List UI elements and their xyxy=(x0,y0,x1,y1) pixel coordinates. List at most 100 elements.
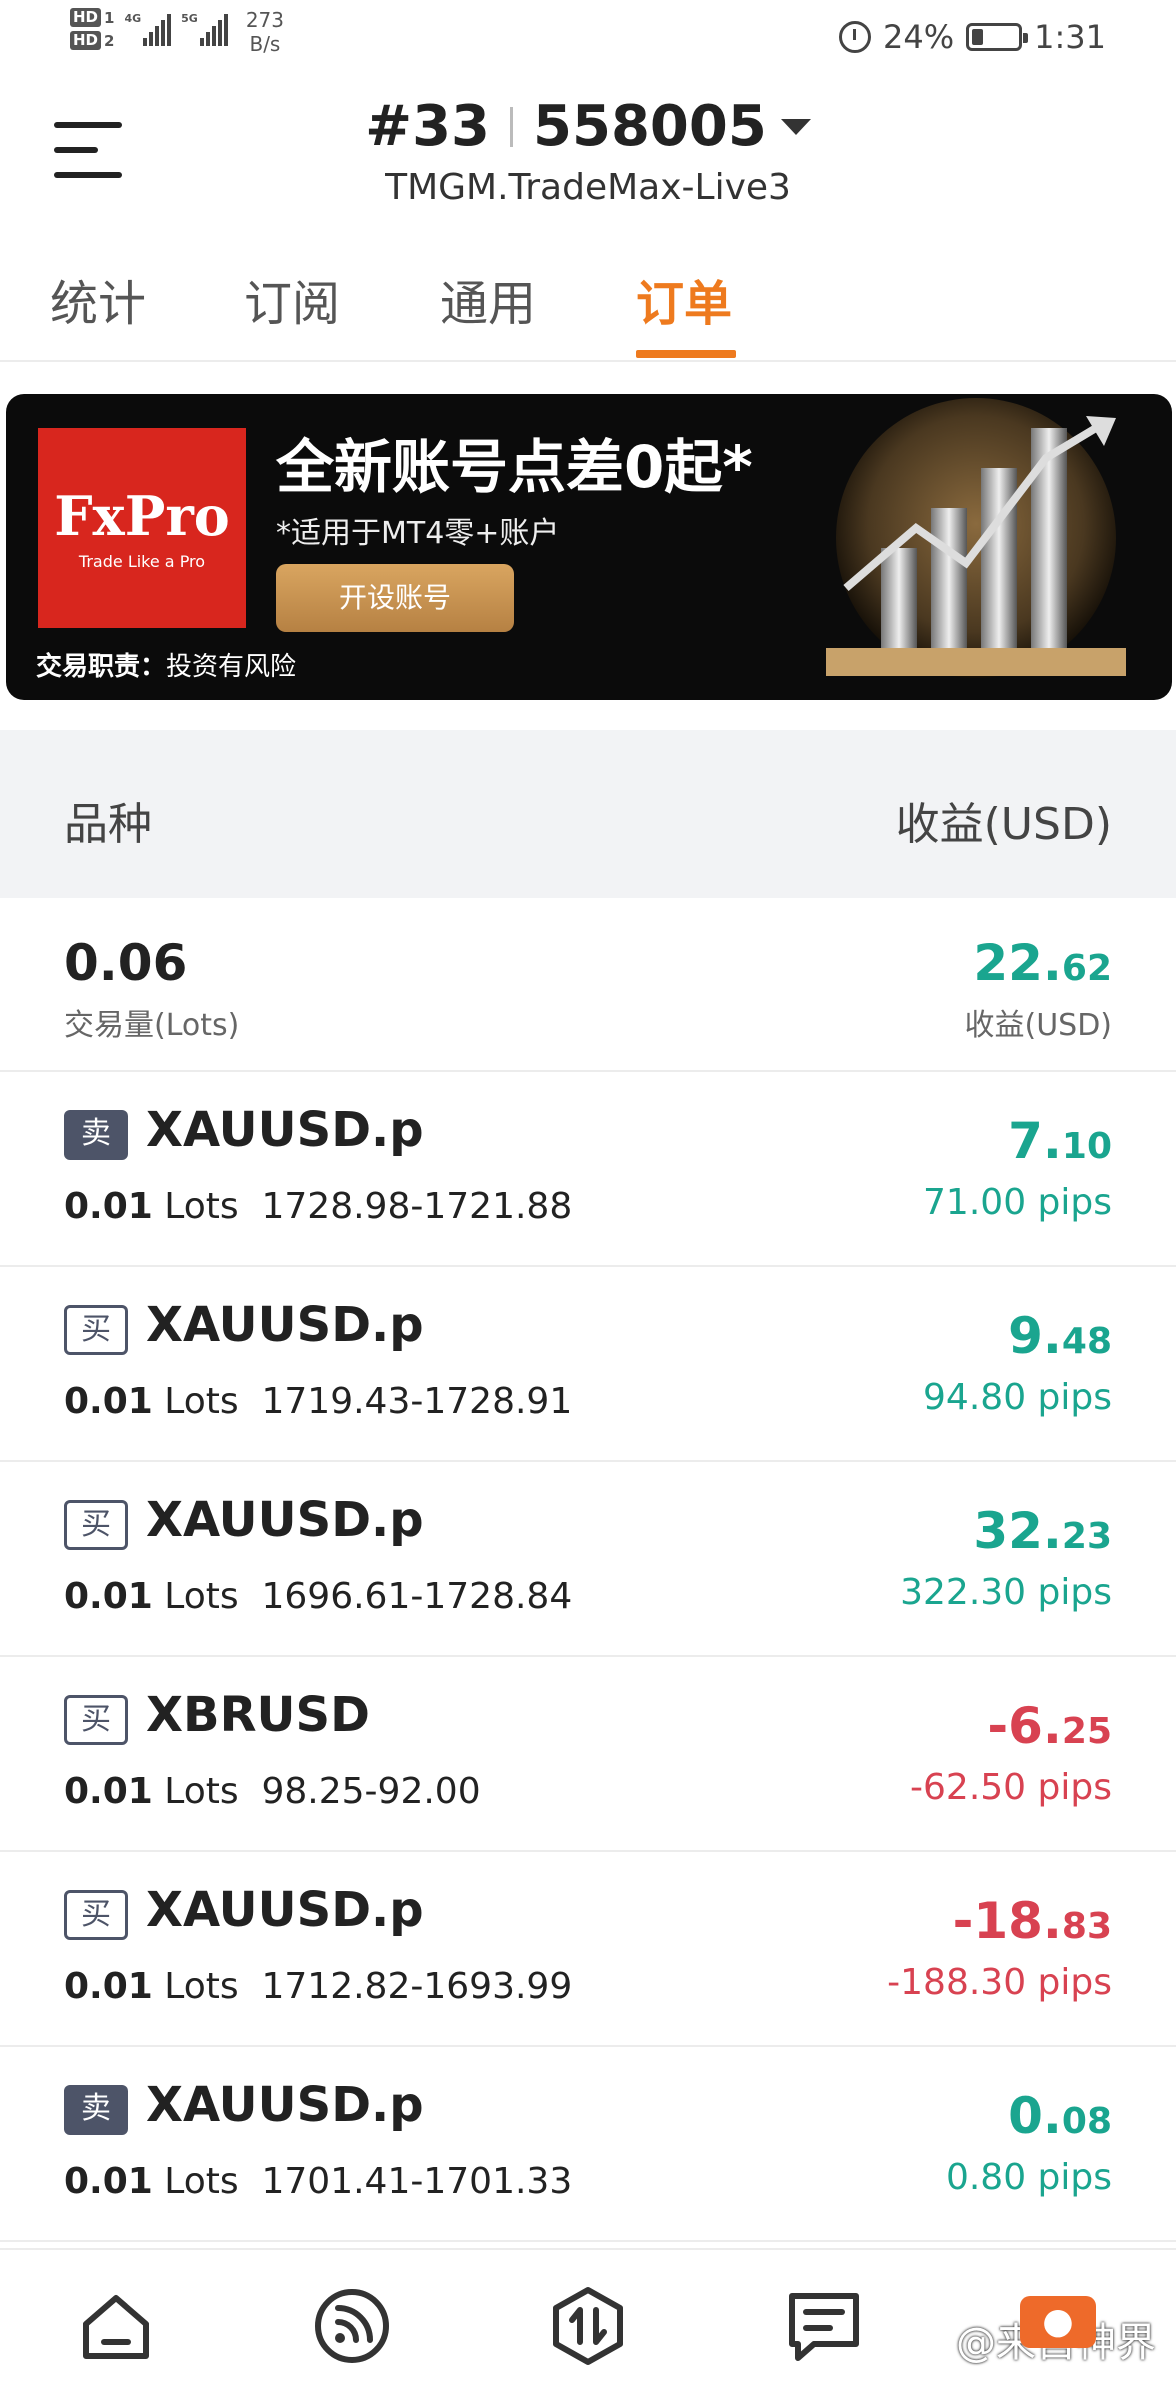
order-lots-unit: Lots xyxy=(164,1381,239,1422)
signal-feed-icon[interactable] xyxy=(312,2286,392,2366)
speed-value: 273 xyxy=(245,8,285,32)
order-prices: 1719.43-1728.91 xyxy=(261,1381,573,1422)
order-profit-dec: 23 xyxy=(1061,1516,1112,1557)
order-symbol: XAUUSD.p xyxy=(146,1102,424,1158)
order-lots-unit: Lots xyxy=(164,1771,239,1812)
order-detail: 0.01 Lots 1701.41-1701.33 xyxy=(64,2161,572,2202)
profile-tab-icon[interactable]: ● xyxy=(1020,2296,1096,2348)
order-profit-dec: 83 xyxy=(1061,1906,1112,1947)
promo-banner[interactable]: FxPro Trade Like a Pro 全新账号点差0起* *适用于MT4… xyxy=(6,394,1172,700)
total-profit-dec: 62 xyxy=(1061,948,1112,989)
table-row[interactable]: 卖 XAUUSD.p 0.01 Lots 1701.41-1701.33 0.0… xyxy=(0,2047,1176,2242)
table-row[interactable]: 卖 XAUUSD.p 0.01 Lots 1728.98-1721.88 7.1… xyxy=(0,1072,1176,1267)
status-left: HD 1 HD 2 4G 5G 273 B/s xyxy=(70,8,284,56)
order-detail: 0.01 Lots 1719.43-1728.91 xyxy=(64,1381,572,1422)
order-lots-unit: Lots xyxy=(164,1966,239,2007)
tab-subscribe[interactable]: 订阅 xyxy=(244,264,340,334)
active-tab-indicator xyxy=(636,350,736,358)
order-pips: -188.30 pips xyxy=(887,1962,1112,2003)
bottom-nav: @来自神界 xyxy=(0,2248,1176,2400)
sim2-number: 2 xyxy=(104,31,115,50)
order-side-badge: 卖 xyxy=(64,2085,128,2135)
order-detail: 0.01 Lots 1696.61-1728.84 xyxy=(64,1576,572,1617)
home-icon[interactable] xyxy=(76,2286,156,2366)
fxpro-logo: FxPro Trade Like a Pro xyxy=(38,428,246,628)
network-speed: 273 B/s xyxy=(246,8,284,56)
network-4g-label: 4G xyxy=(124,12,142,25)
order-pips: 0.80 pips xyxy=(945,2157,1112,2198)
order-symbol: XAUUSD.p xyxy=(146,1297,424,1353)
table-row[interactable]: 买 XAUUSD.p 0.01 Lots 1712.82-1693.99 -18… xyxy=(0,1852,1176,2047)
order-side-badge: 买 xyxy=(64,1890,128,1940)
order-lots: 0.01 xyxy=(64,1966,153,2007)
order-profit-int: -6. xyxy=(987,1697,1062,1755)
order-profit-int: 0. xyxy=(1008,2087,1062,2145)
sim2-hd: HD xyxy=(70,31,102,50)
risk-disclaimer: 交易职责：投资有风险 xyxy=(36,646,296,683)
order-profit-dec: 08 xyxy=(1061,2101,1112,2142)
orders-summary: 0.06 交易量(Lots) 22.62 收益(USD) xyxy=(0,898,1176,1072)
alarm-icon xyxy=(839,21,872,53)
table-header: 品种 收益(USD) xyxy=(0,730,1176,898)
risk-text: 投资有风险 xyxy=(166,652,297,682)
tab-general[interactable]: 通用 xyxy=(440,264,536,334)
risk-label: 交易职责： xyxy=(36,652,167,682)
account-selector[interactable]: #33 558005 TMGM.TradeMax-Live3 xyxy=(0,94,1176,208)
order-profit-dec: 25 xyxy=(1061,1711,1112,1752)
total-profit: 22.62 xyxy=(973,934,1112,992)
total-profit-int: 22. xyxy=(973,934,1062,992)
logo-name: FxPro xyxy=(54,484,230,548)
total-profit-label: 收益(USD) xyxy=(964,1008,1112,1043)
order-profit: 0.08 xyxy=(1008,2087,1112,2145)
table-row[interactable]: 买 XAUUSD.p 0.01 Lots 1696.61-1728.84 32.… xyxy=(0,1462,1176,1657)
order-side-badge: 卖 xyxy=(64,1110,128,1160)
clock: 1:31 xyxy=(1034,18,1106,56)
table-row[interactable]: 买 XBRUSD 0.01 Lots 98.25-92.00 -6.25 -62… xyxy=(0,1657,1176,1852)
order-symbol: XAUUSD.p xyxy=(146,2077,424,2133)
tab-bar: 统计 订阅 通用 订单 xyxy=(0,236,1176,362)
order-profit: 7.10 xyxy=(1008,1112,1112,1170)
total-lots-label: 交易量(Lots) xyxy=(64,1008,240,1043)
tab-orders[interactable]: 订单 xyxy=(636,264,732,334)
server-name: TMGM.TradeMax-Live3 xyxy=(385,167,791,208)
order-lots: 0.01 xyxy=(64,1186,153,1227)
order-profit-dec: 48 xyxy=(1061,1321,1112,1362)
account-prefix: #33 xyxy=(365,94,491,159)
gold-chart-illustration xyxy=(826,398,1126,678)
table-row[interactable]: 买 XAUUSD.p 0.01 Lots 1719.43-1728.91 9.4… xyxy=(0,1267,1176,1462)
order-lots-unit: Lots xyxy=(164,2161,239,2202)
order-profit: -18.83 xyxy=(953,1892,1112,1950)
col-profit-header: 收益(USD) xyxy=(895,799,1112,850)
speed-unit: B/s xyxy=(249,32,281,56)
order-symbol: XAUUSD.p xyxy=(146,1882,424,1938)
order-lots-unit: Lots xyxy=(164,1576,239,1617)
order-lots: 0.01 xyxy=(64,2161,153,2202)
order-pips: -62.50 pips xyxy=(910,1767,1112,1808)
caret-down-icon[interactable] xyxy=(780,118,811,135)
banner-subtitle: *适用于MT4零+账户 xyxy=(276,516,560,551)
order-profit: 9.48 xyxy=(1008,1307,1112,1365)
order-pips: 71.00 pips xyxy=(923,1182,1112,1223)
order-side-badge: 买 xyxy=(64,1695,128,1745)
account-number: 558005 xyxy=(533,94,767,159)
order-detail: 0.01 Lots 1728.98-1721.88 xyxy=(64,1186,572,1227)
sim1-number: 1 xyxy=(104,8,115,27)
order-detail: 0.01 Lots 98.25-92.00 xyxy=(64,1771,481,1812)
orders-list-icon[interactable] xyxy=(784,2286,864,2366)
network-5g-label: 5G xyxy=(181,12,198,25)
banner-title: 全新账号点差0起* xyxy=(276,433,753,501)
order-lots-unit: Lots xyxy=(164,1186,239,1227)
trade-icon[interactable] xyxy=(548,2286,628,2366)
col-symbol-header: 品种 xyxy=(64,799,152,850)
order-lots: 0.01 xyxy=(64,1771,153,1812)
orders-list: 卖 XAUUSD.p 0.01 Lots 1728.98-1721.88 7.1… xyxy=(0,1072,1176,2242)
order-prices: 1696.61-1728.84 xyxy=(261,1576,573,1617)
order-profit: -6.25 xyxy=(987,1697,1112,1755)
order-profit-int: 32. xyxy=(973,1502,1062,1560)
battery-icon xyxy=(966,23,1029,51)
tab-stats[interactable]: 统计 xyxy=(50,264,146,334)
order-profit-int: -18. xyxy=(952,1892,1062,1950)
status-right: 24% 1:31 xyxy=(839,18,1106,56)
open-account-button[interactable]: 开设账号 xyxy=(276,564,514,632)
account-separator xyxy=(510,106,514,147)
